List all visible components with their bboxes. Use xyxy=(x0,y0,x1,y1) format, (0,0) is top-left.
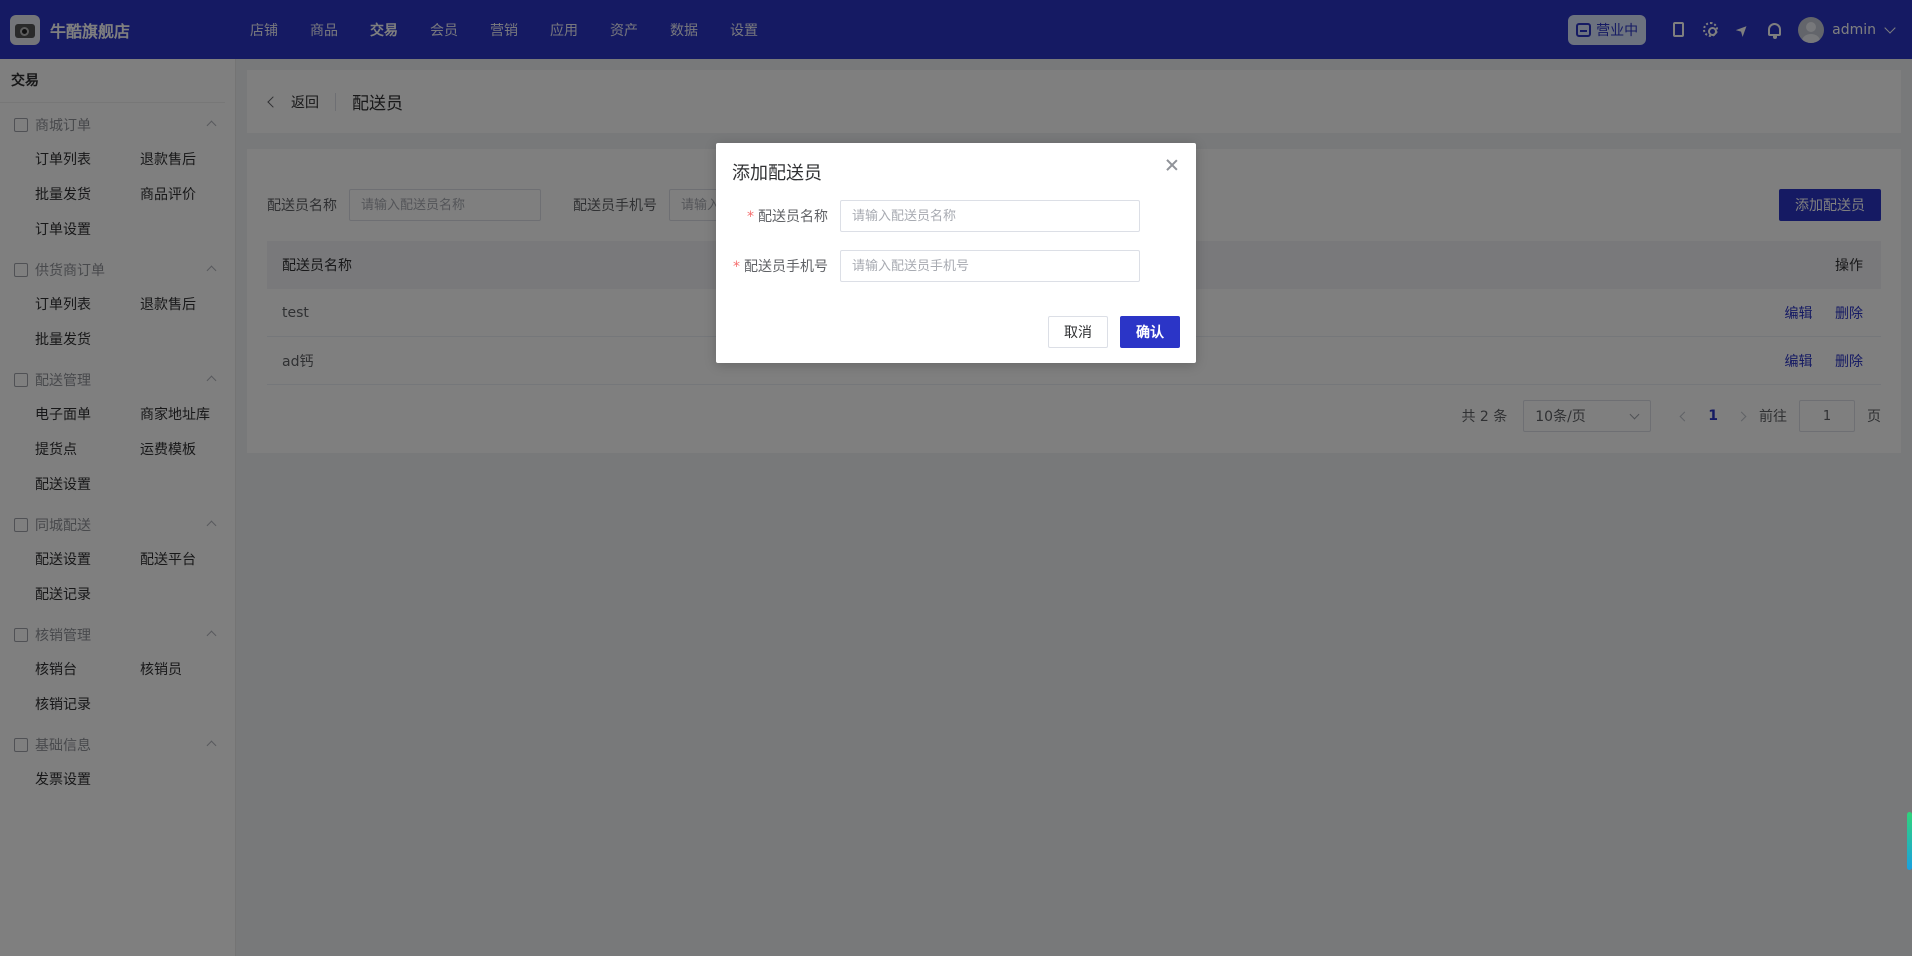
dialog-title: 添加配送员 xyxy=(732,163,822,184)
scrollbar-thumb[interactable] xyxy=(1907,812,1912,870)
form-label-phone: * 配送员手机号 xyxy=(716,256,840,276)
form-row-name: * 配送员名称 xyxy=(716,200,1140,232)
cancel-button[interactable]: 取消 xyxy=(1048,316,1108,348)
form-label-phone-text: 配送员手机号 xyxy=(744,259,828,275)
close-icon[interactable] xyxy=(1164,157,1180,173)
form-label-name-text: 配送员名称 xyxy=(758,209,828,225)
add-courier-dialog: 添加配送员 *配送员名称 *配送员手机号 取消 确认 xyxy=(716,143,1196,363)
form-row-phone: * 配送员手机号 xyxy=(716,250,1140,282)
confirm-button[interactable]: 确认 xyxy=(1120,316,1180,348)
courier-phone-input[interactable] xyxy=(840,250,1140,282)
courier-name-input[interactable] xyxy=(840,200,1140,232)
form-label-name: * 配送员名称 xyxy=(716,206,840,226)
required-mark: * xyxy=(733,259,740,275)
required-mark: * xyxy=(747,209,754,225)
